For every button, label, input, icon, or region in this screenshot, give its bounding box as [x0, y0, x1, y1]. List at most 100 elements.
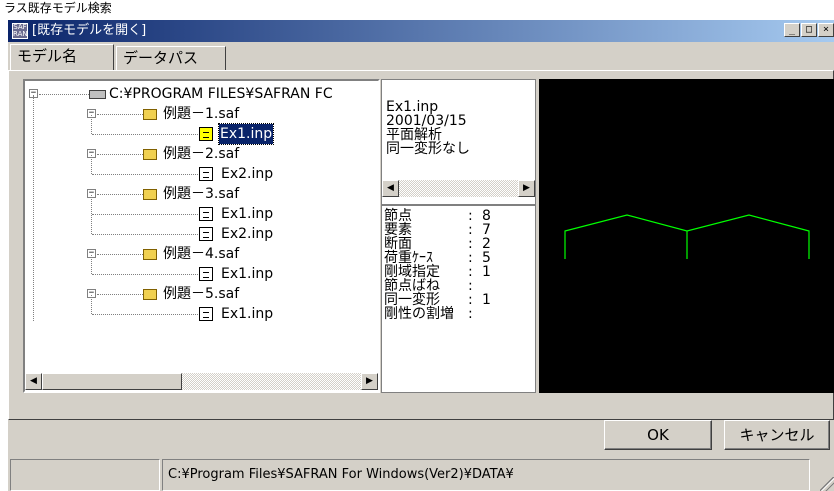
tab-strip: モデル名 データパス: [8, 44, 834, 70]
tree-folder-node[interactable]: − 例題－5.saf: [25, 284, 378, 304]
folder-icon: [143, 189, 157, 200]
folder-icon: [143, 289, 157, 300]
tree-file-node[interactable]: Ex1.inp: [25, 204, 378, 224]
title-bar: SAF RAN [既存モデルを開く] _ □ ×: [8, 20, 834, 42]
file-icon: [199, 267, 213, 281]
tree-folder-label: 例題－3.saf: [163, 186, 240, 202]
tree-connector: [92, 134, 198, 135]
folder-icon: [143, 249, 157, 260]
stat-key: 節点ばね: [384, 278, 440, 294]
stat-key: 断面: [384, 236, 412, 252]
tree-horizontal-scrollbar[interactable]: ◀ ▶: [25, 373, 378, 390]
tab-data-path[interactable]: データパス: [116, 46, 226, 70]
stat-colon: :: [468, 208, 473, 224]
stat-colon: :: [468, 250, 473, 266]
tree-folder-node[interactable]: − 例題－1.saf: [25, 104, 378, 124]
maximize-button[interactable]: □: [801, 23, 817, 37]
tree-connector: [97, 254, 143, 255]
tree-connector: [92, 214, 198, 215]
tree-connector: [92, 314, 198, 315]
tree-file-node[interactable]: Ex1.inp: [25, 264, 378, 284]
scroll-left-icon[interactable]: ◀: [382, 180, 399, 197]
file-icon: [199, 167, 213, 181]
model-name-panel: − C:¥PROGRAM FILES¥SAFRAN FC − 例題－1.saf …: [8, 70, 834, 420]
tree-file-node[interactable]: Ex2.inp: [25, 164, 378, 184]
tree-file-label: Ex2.inp: [221, 166, 274, 182]
stat-value: 2: [482, 236, 491, 252]
close-button[interactable]: ×: [818, 23, 834, 37]
cancel-button[interactable]: キャンセル: [724, 420, 830, 450]
stat-key: 剛域指定: [384, 264, 440, 280]
folder-icon: [143, 149, 157, 160]
tree-file-node[interactable]: Ex1.inp: [25, 304, 378, 324]
info-filename: Ex1.inp: [386, 99, 439, 115]
minimize-button[interactable]: _: [784, 23, 800, 37]
scrollbar-thumb[interactable]: [42, 373, 182, 390]
stat-value: 1: [482, 292, 491, 308]
tree-root-label: C:¥PROGRAM FILES¥SAFRAN FC: [109, 86, 333, 102]
stat-key: 荷重ｹｰｽ: [384, 250, 433, 266]
tree-file-label: Ex1.inp: [221, 266, 274, 282]
stat-value: 8: [482, 208, 491, 224]
scroll-right-icon[interactable]: ▶: [361, 373, 378, 390]
tab-model-name[interactable]: モデル名: [10, 44, 114, 70]
status-path: C:¥Program Files¥SAFRAN For Windows(Ver2…: [162, 459, 810, 491]
tree-file-label: Ex2.inp: [221, 226, 274, 242]
window-title: [既存モデルを開く]: [32, 23, 147, 38]
frame-preview-canvas: [564, 214, 810, 259]
resize-grip-icon[interactable]: [820, 477, 834, 491]
folder-icon: [143, 109, 157, 120]
stat-key: 同一変形: [384, 292, 440, 308]
drive-icon: [89, 90, 106, 99]
stat-colon: :: [468, 278, 473, 294]
tree-connector: [97, 114, 143, 115]
file-icon: [199, 127, 213, 141]
tree-file-label: Ex1.inp: [221, 306, 274, 322]
tree-connector: [92, 234, 198, 235]
tree-connector: [92, 274, 198, 275]
info-analysis-type: 平面解析: [386, 127, 442, 143]
tree-file-node[interactable]: Ex2.inp: [25, 224, 378, 244]
tree-folder-label: 例題－2.saf: [163, 146, 240, 162]
stat-value: 7: [482, 222, 491, 238]
stat-value: 1: [482, 264, 491, 280]
model-tree[interactable]: − C:¥PROGRAM FILES¥SAFRAN FC − 例題－1.saf …: [23, 79, 380, 393]
ok-button[interactable]: OK: [604, 420, 712, 450]
scroll-left-icon[interactable]: ◀: [25, 373, 42, 390]
info-horizontal-scrollbar[interactable]: ◀ ▶: [382, 180, 535, 197]
tree-connector: [97, 294, 143, 295]
open-model-dialog: SAF RAN [既存モデルを開く] _ □ × モデル名 データパス − C:¥…: [8, 20, 834, 491]
file-icon: [199, 207, 213, 221]
safran-app-icon: SAF RAN: [12, 23, 28, 39]
tree-folder-node[interactable]: − 例題－2.saf: [25, 144, 378, 164]
tree-root-node[interactable]: − C:¥PROGRAM FILES¥SAFRAN FC: [25, 84, 378, 104]
stat-key: 剛性の割増: [384, 306, 454, 322]
info-deformation: 同一変形なし: [386, 141, 470, 157]
tree-connector: [97, 194, 143, 195]
model-info-panel: Ex1.inp 2001/03/15 平面解析 同一変形なし ◀ ▶: [381, 79, 536, 205]
tree-file-node[interactable]: Ex1.inp: [25, 123, 378, 145]
tree-connector: [39, 94, 89, 95]
tree-folder-label: 例題－1.saf: [163, 106, 240, 122]
stat-value: 5: [482, 250, 491, 266]
stat-key: 節点: [384, 208, 412, 224]
info-date: 2001/03/15: [386, 113, 467, 129]
tree-file-label: Ex1.inp: [217, 123, 275, 145]
stat-colon: :: [468, 264, 473, 280]
tree-connector: [97, 154, 143, 155]
stat-key: 要素: [384, 222, 412, 238]
tree-folder-node[interactable]: − 例題－3.saf: [25, 184, 378, 204]
scroll-right-icon[interactable]: ▶: [518, 180, 535, 197]
stat-colon: :: [468, 222, 473, 238]
status-panel-empty: [10, 459, 160, 491]
file-icon: [199, 307, 213, 321]
stat-colon: :: [468, 306, 473, 322]
tree-connector: [92, 174, 198, 175]
frame-preview: [539, 79, 834, 393]
stat-colon: :: [468, 292, 473, 308]
tree-file-label: Ex1.inp: [221, 206, 274, 222]
model-stats-panel: 節点:8 要素:7 断面:2 荷重ｹｰｽ:5 剛域指定:1 節点ばね: 同一変形…: [381, 205, 536, 393]
tree-folder-label: 例題－4.saf: [163, 246, 240, 262]
tree-folder-node[interactable]: − 例題－4.saf: [25, 244, 378, 264]
page-caption: ラス既存モデル検索: [4, 1, 112, 15]
